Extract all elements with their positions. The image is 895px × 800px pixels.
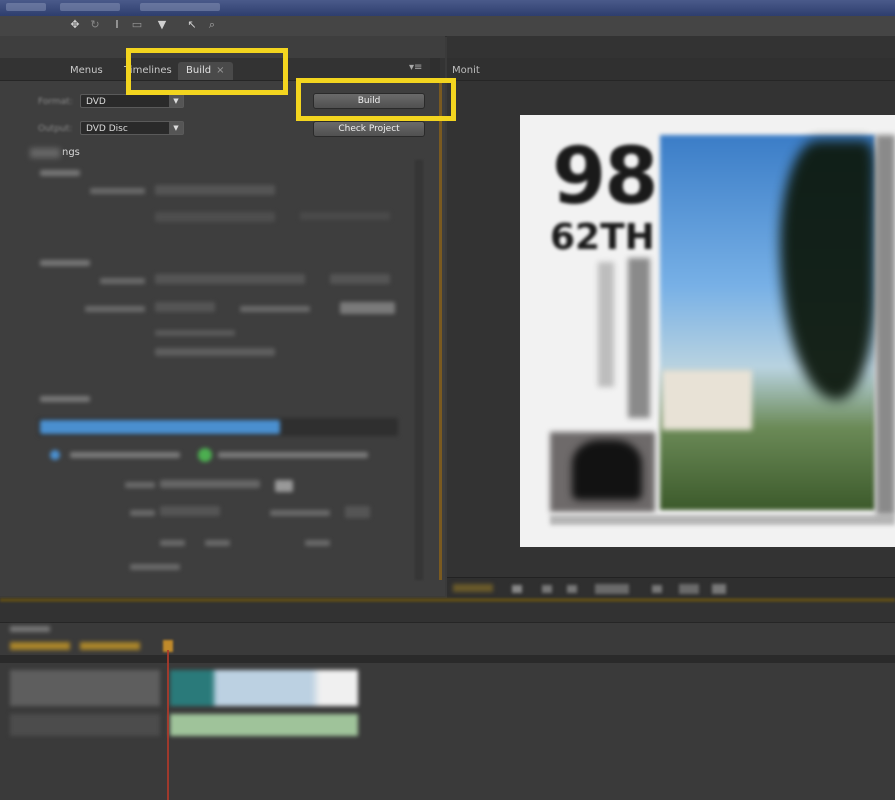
tab-monitor-label[interactable]: Monit	[452, 62, 480, 80]
tab-menus[interactable]: Menus	[62, 62, 111, 80]
chevron-down-icon: ▼	[169, 122, 183, 134]
arrow-down-tool-icon[interactable]: ▼	[155, 18, 169, 32]
format-value: DVD	[86, 97, 106, 107]
preview-right-edge	[876, 135, 895, 515]
panel-separator	[430, 58, 440, 80]
app-title-blur	[60, 3, 120, 11]
timecode-current[interactable]	[10, 642, 70, 650]
step-back-icon[interactable]	[542, 585, 552, 593]
timeline-divider	[0, 655, 895, 663]
video-track-header[interactable]	[10, 670, 160, 706]
panel-menu-icon[interactable]: ▾≡	[409, 62, 422, 73]
monitor-transport-bar	[447, 577, 895, 600]
safe-margins-icon[interactable]	[679, 584, 699, 594]
preview-photo-building	[662, 370, 752, 430]
settings-triangle-icon[interactable]	[30, 148, 60, 158]
zoom-icon[interactable]	[712, 584, 726, 594]
preview-sub-text: 62TH	[550, 217, 655, 258]
rectangle-tool-icon[interactable]: ▭	[130, 18, 144, 32]
preview-caption-strip	[550, 515, 895, 525]
output-label: Output:	[38, 124, 73, 134]
text-tool-icon[interactable]: I	[110, 18, 124, 32]
settings-section-label: ngs	[62, 147, 80, 158]
output-value: DVD Disc	[86, 124, 128, 134]
preview-vertical-text	[628, 258, 650, 418]
playhead-line[interactable]	[167, 650, 169, 800]
check-project-button[interactable]: Check Project	[313, 121, 425, 137]
app-title-blur	[6, 3, 46, 11]
timeline-label-blur	[10, 626, 50, 632]
output-select[interactable]: DVD Disc ▼	[80, 121, 184, 135]
app-title-bar	[0, 0, 895, 16]
audio-clip[interactable]	[170, 714, 358, 736]
play-button-icon[interactable]	[512, 585, 522, 593]
preview-big-number: 98	[552, 132, 659, 222]
zoom-tool-icon[interactable]: ⌕	[205, 18, 219, 32]
panel-scrollbar[interactable]	[439, 80, 442, 580]
transport-controls[interactable]	[595, 584, 629, 594]
loop-icon[interactable]	[652, 585, 662, 593]
video-clip[interactable]	[170, 670, 358, 706]
format-select[interactable]: DVD ▼	[80, 94, 184, 108]
build-progress-bar	[40, 420, 280, 434]
chevron-down-icon: ▼	[169, 95, 183, 107]
monitor-tab-row	[447, 58, 895, 81]
highlight-build-tab	[126, 48, 288, 95]
timeline-header-strip	[0, 598, 895, 602]
move-tool-icon[interactable]: ✥	[68, 18, 82, 32]
settings-scrollbar[interactable]	[415, 160, 423, 580]
timecode-display[interactable]	[453, 584, 493, 592]
format-label: Format:	[38, 97, 73, 107]
highlight-build-button	[296, 78, 456, 121]
tools-bar: ✥ ↻ I ▭ ▼ ↖ ⌕	[0, 16, 895, 37]
settings-content-blurred	[30, 160, 410, 580]
preview-photo-small-figure	[572, 440, 642, 500]
step-forward-icon[interactable]	[567, 585, 577, 593]
rotate-tool-icon[interactable]: ↻	[88, 18, 102, 32]
audio-track-header[interactable]	[10, 714, 160, 736]
timecode-duration[interactable]	[80, 642, 140, 650]
app-title-blur	[140, 3, 220, 11]
cursor-tool-icon[interactable]: ↖	[185, 18, 199, 32]
preview-vertical-text	[598, 262, 614, 387]
